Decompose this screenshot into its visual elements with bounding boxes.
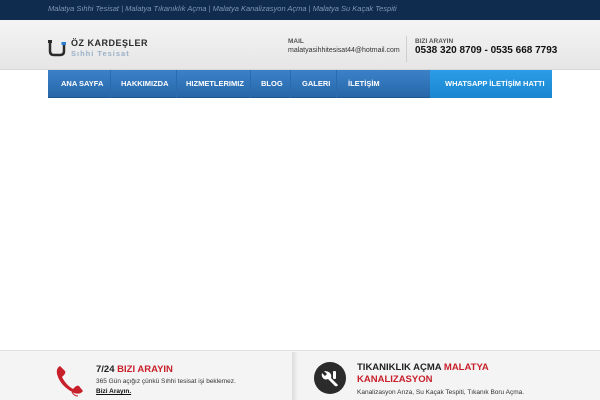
call-box-text: 365 Gün açığız çünkü Sıhhi tesisat işi b… — [96, 377, 246, 397]
mail-link[interactable]: malatyasihhitesisat44@hotmail.com — [288, 47, 400, 54]
header-divider — [406, 36, 407, 62]
nav-item-blog[interactable]: BLOG — [261, 70, 283, 98]
nav-item-iletisim[interactable]: İLETİŞİM — [348, 70, 380, 98]
phone-icon — [56, 366, 83, 397]
logo-subtitle: Sıhhi Tesisat — [71, 49, 130, 58]
pipe-logo-icon — [48, 40, 66, 57]
service-box-title-red: MALATYA — [443, 362, 489, 373]
nav-item-hakkimizda[interactable]: HAKKIMIZDA — [121, 70, 169, 98]
top-bar: Malatya Sıhhi Tesisat | Malatya Tıkanıkl… — [0, 0, 600, 20]
column-divider — [292, 352, 298, 400]
service-box-title: TIKANIKLIK AÇMA MALATYA — [357, 362, 557, 373]
nav-separator — [176, 70, 177, 98]
call-box-description: 365 Gün açığız çünkü Sıhhi tesisat işi b… — [96, 378, 236, 385]
site-logo[interactable]: ÖZ KARDEŞLER Sıhhi Tesisat — [48, 38, 158, 60]
call-box-title-dark: 7/24 — [96, 364, 115, 375]
top-bar-text: Malatya Sıhhi Tesisat | Malatya Tıkanıkl… — [48, 4, 397, 13]
phone-numbers[interactable]: 0538 320 8709 - 0535 668 7793 — [415, 45, 557, 56]
nav-separator — [250, 70, 251, 98]
call-label: BIZI ARAYIN — [415, 38, 454, 45]
wrench-icon — [321, 371, 338, 387]
service-box-title-dark: TIKANIKLIK AÇMA — [357, 362, 442, 373]
nav-item-galeri[interactable]: GALERI — [302, 70, 330, 98]
mail-label: MAIL — [288, 38, 304, 45]
service-icon-badge — [314, 362, 346, 394]
site-header: ÖZ KARDEŞLER Sıhhi Tesisat MAIL malatyas… — [0, 20, 600, 70]
nav-separator — [290, 70, 291, 98]
logo-title: ÖZ KARDEŞLER — [71, 38, 149, 48]
service-box-title-red-2: KANALIZASYON — [357, 374, 433, 385]
call-box-title-red: BIZI ARAYIN — [117, 364, 173, 375]
whatsapp-button[interactable]: WHATSAPP İLETİŞİM HATTI — [430, 70, 552, 98]
main-nav: ANA SAYFA HAKKIMIZDA HIZMETLERIMIZ BLOG … — [48, 70, 552, 98]
nav-item-hizmetlerimiz[interactable]: HIZMETLERIMIZ — [186, 70, 244, 98]
nav-separator — [336, 70, 337, 98]
service-box-title-line2: KANALIZASYON — [357, 374, 432, 385]
call-box-title: 7/24 BIZI ARAYIN — [96, 364, 173, 375]
whatsapp-label: WHATSAPP İLETİŞİM HATTI — [445, 79, 545, 88]
call-box-link[interactable]: Bizi Arayın. — [96, 388, 131, 395]
nav-item-ana-sayfa[interactable]: ANA SAYFA — [61, 70, 103, 98]
service-box-text: Kanalizasyon Arıza, Su Kaçak Tespiti, Tı… — [357, 389, 525, 396]
nav-separator — [110, 70, 111, 98]
